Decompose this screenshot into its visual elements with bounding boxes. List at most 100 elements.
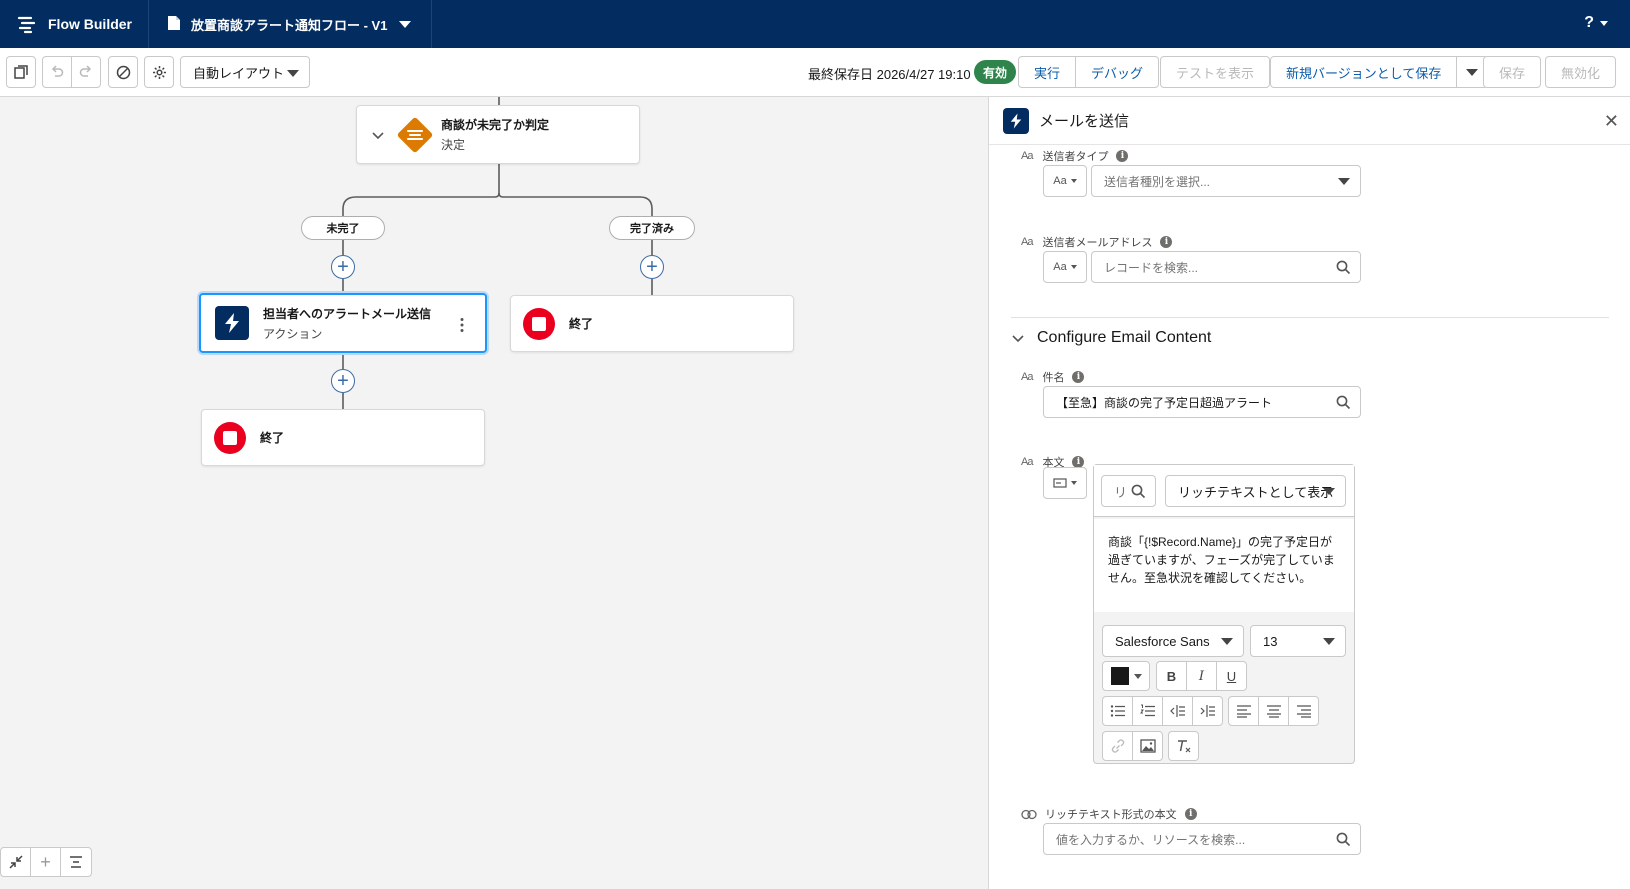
sender-email-input[interactable]: レコードを検索...	[1091, 251, 1361, 283]
end-node-right[interactable]: 終了	[510, 295, 794, 352]
settings-button[interactable]	[144, 56, 174, 88]
sender-email-placeholder: レコードを検索...	[1104, 260, 1199, 275]
body-data-type-button[interactable]	[1043, 467, 1087, 499]
chevron-down-icon	[287, 70, 299, 77]
bulleted-list-button[interactable]	[1102, 696, 1133, 726]
chevron-down-icon	[1323, 638, 1335, 645]
plus-icon: +	[337, 256, 349, 278]
align-right-button[interactable]	[1288, 696, 1319, 726]
action-node[interactable]: 担当者へのアラートメール送信 アクション	[199, 293, 487, 353]
save-version-group: 新規バージョンとして保存	[1270, 56, 1489, 88]
debug-button[interactable]: デバッグ	[1076, 57, 1158, 87]
font-size-value: 13	[1263, 633, 1278, 649]
align-left-icon	[1236, 705, 1251, 718]
end-node-left[interactable]: 終了	[201, 409, 485, 466]
font-family-select[interactable]: Salesforce Sans	[1102, 625, 1244, 657]
image-icon	[1139, 739, 1156, 753]
redo-button[interactable]	[71, 56, 101, 88]
resource-search-input[interactable]: リ	[1101, 475, 1156, 507]
align-center-icon	[70, 856, 82, 868]
align-left-button[interactable]	[1228, 696, 1259, 726]
save-group: 保存	[1483, 56, 1542, 88]
action-bolt-icon	[215, 306, 249, 340]
gear-icon	[152, 65, 166, 79]
rich-text-editor: リ リッチテキストとして表示 商談「{!$Record.Name}」の完了予定日…	[1093, 464, 1355, 764]
search-icon	[1336, 832, 1351, 847]
subject-input[interactable]: 【至急】商談の完了予定日超過アラート	[1043, 386, 1361, 418]
rich-text-body-label-text: リッチテキスト形式の本文	[1045, 809, 1177, 821]
app-name: Flow Builder	[48, 16, 132, 32]
info-icon[interactable]: i	[1184, 808, 1197, 820]
layout-select[interactable]: 自動レイアウト	[180, 56, 310, 88]
chevron-down-icon	[1070, 179, 1077, 183]
text-color-button[interactable]	[1102, 661, 1150, 691]
flow-builder-logo-icon	[16, 13, 38, 35]
info-icon[interactable]: i	[1116, 150, 1129, 162]
help-icon: ?	[1584, 14, 1594, 31]
undo-button[interactable]	[42, 56, 72, 88]
more-options-icon[interactable]	[459, 317, 465, 333]
rich-text-body-label: リッチテキスト形式の本文 i	[1021, 806, 1197, 822]
link-icon	[1111, 739, 1124, 753]
decision-node-title: 商談が未完了か判定	[441, 118, 550, 132]
sender-type-data-type-button[interactable]: Aa	[1043, 165, 1087, 197]
sender-type-select[interactable]: 送信者種別を選択...	[1091, 165, 1361, 197]
property-panel: メールを送信 ✕ Aa 送信者タイプ i Aa 送信者種別を選択... Aa 送…	[988, 97, 1630, 889]
rte-header: リ リッチテキストとして表示	[1094, 465, 1354, 517]
close-icon[interactable]: ✕	[1604, 111, 1619, 132]
help-menu[interactable]: ?	[1584, 14, 1608, 32]
chevron-down-icon[interactable]	[371, 128, 385, 142]
search-icon	[1336, 395, 1351, 410]
clear-formatting-button[interactable]	[1168, 731, 1199, 761]
errors-button[interactable]	[108, 56, 138, 88]
insert-link-button[interactable]	[1102, 731, 1133, 761]
numbered-list-button[interactable]	[1132, 696, 1163, 726]
fit-view-button[interactable]	[1, 848, 31, 876]
indent-button[interactable]	[1192, 696, 1223, 726]
info-icon[interactable]: i	[1072, 371, 1085, 383]
add-element-button[interactable]: +	[331, 369, 355, 393]
view-tests-group: テストを表示	[1160, 56, 1271, 88]
email-body-text[interactable]: 商談「{!$Record.Name}」の完了予定日が過ぎていますが、フェーズが完…	[1094, 519, 1354, 612]
chevron-down-icon	[1466, 68, 1479, 76]
decision-node-type: 決定	[441, 138, 466, 152]
save-as-new-version-button[interactable]: 新規バージョンとして保存	[1271, 57, 1458, 87]
flow-connectors	[342, 97, 653, 409]
email-content-section-header[interactable]: Configure Email Content	[1011, 329, 1211, 347]
sender-type-placeholder: 送信者種別を選択...	[1104, 174, 1211, 189]
toggle-toolbox-button[interactable]	[6, 56, 36, 88]
add-element-button[interactable]: +	[640, 255, 664, 279]
search-icon	[1336, 260, 1351, 275]
document-icon	[167, 15, 181, 34]
underline-button[interactable]: U	[1216, 661, 1247, 691]
text-type-icon: Aa	[1053, 175, 1067, 187]
formula-link-icon	[1021, 809, 1037, 819]
branch-label-completed[interactable]: 完了済み	[609, 216, 695, 240]
align-center-button[interactable]	[1258, 696, 1289, 726]
bold-button[interactable]: B	[1156, 661, 1187, 691]
add-element-button[interactable]: +	[331, 255, 355, 279]
undo-icon	[51, 65, 64, 77]
insert-image-button[interactable]	[1132, 731, 1163, 761]
flow-title-menu[interactable]: 放置商談アラート通知フロー - V1	[149, 0, 433, 48]
app-brand[interactable]: Flow Builder	[0, 0, 149, 48]
branch-label-incomplete[interactable]: 未完了	[301, 216, 385, 240]
font-size-select[interactable]: 13	[1250, 625, 1346, 657]
align-center-button[interactable]	[61, 848, 91, 876]
info-icon[interactable]: i	[1160, 236, 1173, 248]
panel-header: メールを送信 ✕	[989, 97, 1630, 145]
save-button[interactable]: 保存	[1484, 57, 1540, 87]
run-button[interactable]: 実行	[1019, 57, 1077, 87]
zoom-in-button[interactable]: +	[31, 848, 61, 876]
view-tests-button[interactable]: テストを表示	[1161, 57, 1269, 87]
italic-button[interactable]: I	[1186, 661, 1217, 691]
flow-canvas[interactable]: 商談が未完了か判定 決定 未完了 完了済み + + 担当者へのアラートメール送信…	[0, 97, 988, 889]
rich-text-body-input[interactable]: 値を入力するか、リソースを検索...	[1043, 823, 1361, 855]
indent-icon	[1200, 705, 1215, 717]
decision-node[interactable]: 商談が未完了か判定 決定	[356, 105, 640, 164]
layout-select-value: 自動レイアウト	[193, 65, 285, 81]
deactivate-button[interactable]: 無効化	[1546, 57, 1615, 87]
sender-email-data-type-button[interactable]: Aa	[1043, 251, 1087, 283]
display-mode-select[interactable]: リッチテキストとして表示	[1165, 475, 1346, 507]
outdent-button[interactable]	[1162, 696, 1193, 726]
